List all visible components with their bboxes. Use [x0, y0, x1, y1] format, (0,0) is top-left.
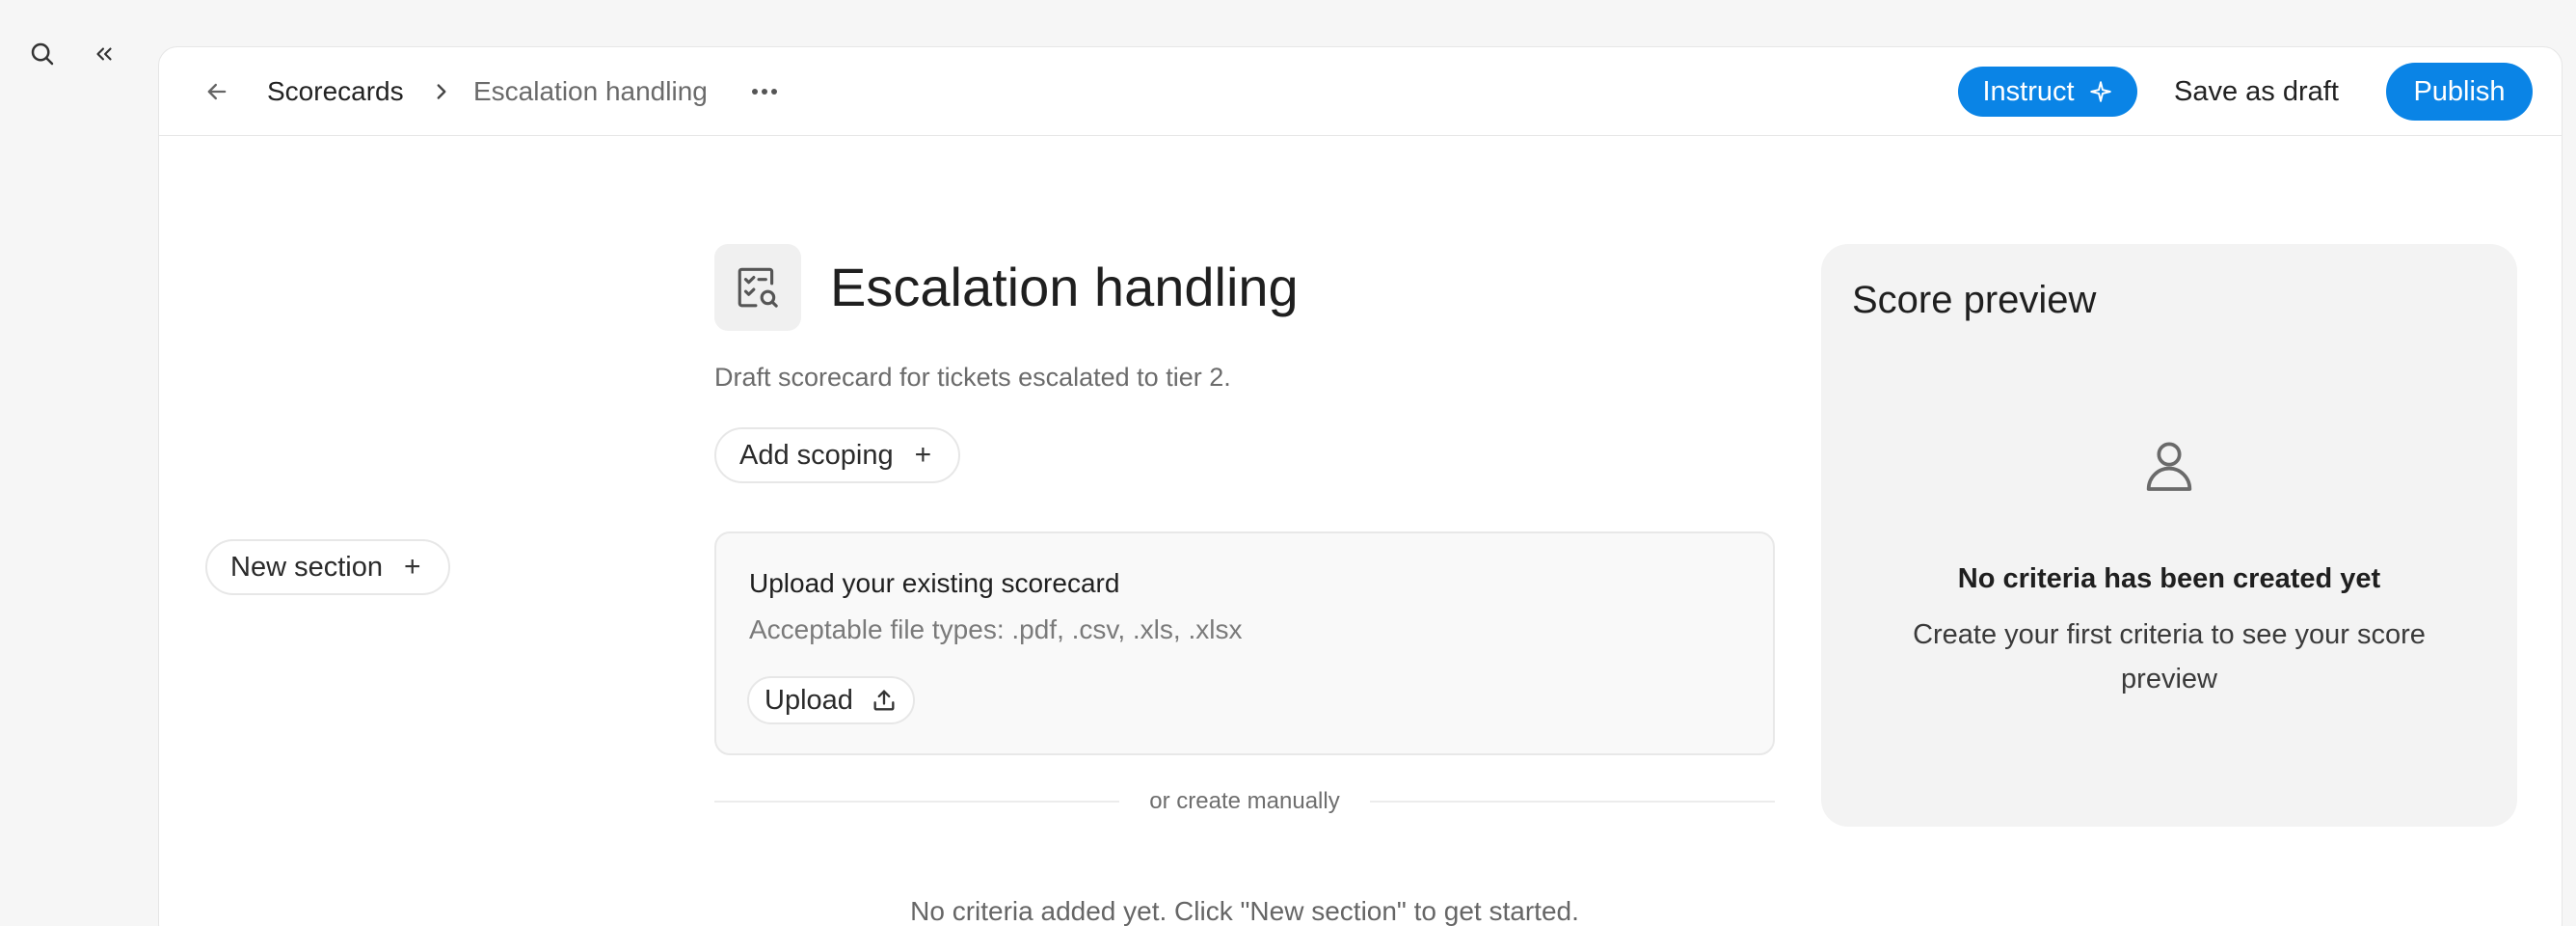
description: Draft scorecard for tickets escalated to…: [714, 363, 1231, 392]
score-preview-title: Score preview: [1852, 279, 2097, 321]
top-bar: Scorecards Escalation handling Instruct …: [159, 47, 2562, 136]
plus-icon: +: [403, 551, 421, 583]
add-scoping-button[interactable]: Add scoping +: [714, 427, 961, 483]
empty-criteria-text: No criteria added yet. Click "New sectio…: [910, 896, 1579, 926]
search-icon[interactable]: [23, 35, 62, 73]
scorecard-icon-tile: [714, 244, 801, 331]
upload-title: Upload your existing scorecard: [749, 568, 1120, 598]
publish-button[interactable]: Publish: [2386, 63, 2533, 121]
upload-file-types: Acceptable file types: .pdf, .csv, .xls,…: [749, 614, 1243, 644]
back-button[interactable]: [200, 74, 234, 109]
instruct-button[interactable]: Instruct: [1958, 67, 2137, 117]
page-title: Escalation handling: [830, 257, 1299, 317]
upload-card: Upload your existing scorecard Acceptabl…: [714, 531, 1775, 755]
chevron-right-icon: [429, 76, 454, 107]
new-section-label: New section: [230, 551, 383, 583]
divider-line-left: [714, 801, 1119, 803]
new-section-button[interactable]: New section +: [205, 539, 450, 595]
breadcrumb-current: Escalation handling: [473, 76, 708, 106]
plus-icon: +: [914, 439, 932, 471]
upload-icon: [871, 687, 898, 714]
upload-label: Upload: [765, 684, 853, 716]
person-icon: [2131, 427, 2208, 504]
breadcrumb-root[interactable]: Scorecards: [267, 74, 404, 109]
sparkle-icon: [2088, 79, 2113, 104]
divider-line-right: [1370, 801, 1775, 803]
arrow-left-icon: [203, 78, 230, 105]
divider-label: or create manually: [1149, 788, 1340, 814]
more-horizontal-icon[interactable]: [745, 74, 784, 109]
preview-empty-line1: Create your first criteria to see your s…: [1913, 619, 2426, 650]
preview-empty-line2: preview: [2121, 664, 2217, 694]
scorecard-search-icon: [734, 263, 782, 312]
preview-empty-title: No criteria has been created yet: [1957, 563, 2381, 594]
save-as-draft-button[interactable]: Save as draft: [2174, 67, 2339, 117]
collapse-sidebar-icon[interactable]: [85, 35, 123, 73]
score-preview-card: Score preview No criteria has been creat…: [1821, 244, 2517, 827]
add-scoping-label: Add scoping: [739, 439, 894, 471]
instruct-label: Instruct: [1982, 75, 2075, 107]
upload-button[interactable]: Upload: [747, 676, 915, 724]
main-panel: Scorecards Escalation handling Instruct …: [158, 46, 2563, 926]
